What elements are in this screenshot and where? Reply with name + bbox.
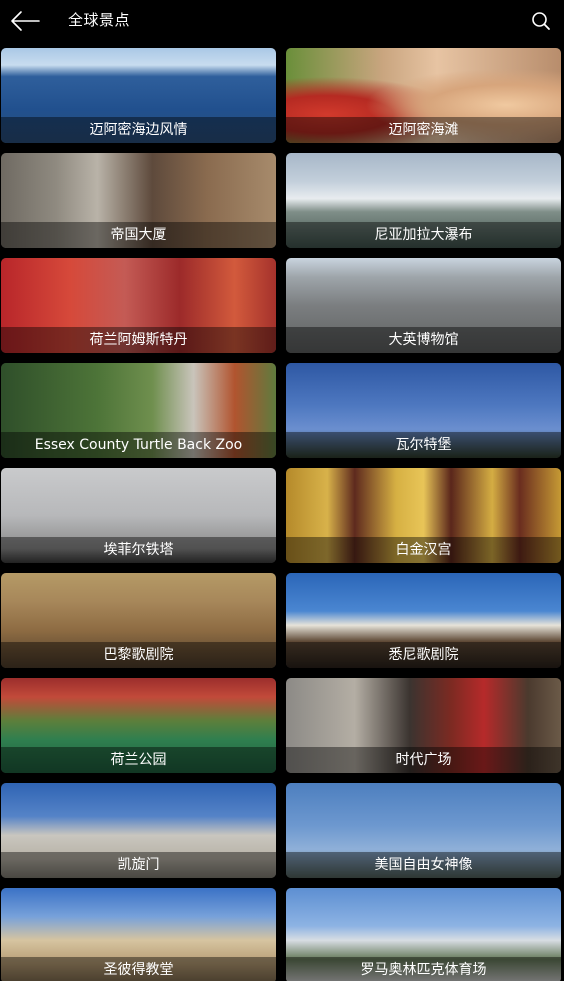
attraction-name: 帝国大厦 [1,222,276,248]
attraction-name: 荷兰阿姆斯特丹 [1,327,276,353]
attraction-name: 美国自由女神像 [286,852,561,878]
attraction-grid: 迈阿密海边风情 迈阿密海滩帝国大厦 尼亚加拉大瀑布荷兰阿姆斯特丹 大英博物馆 Essex… [1,48,563,981]
attraction-card[interactable]: 尼亚加拉大瀑布 [286,153,561,248]
attraction-name: 迈阿密海滩 [286,117,561,143]
attraction-card[interactable]: 埃菲尔铁塔 [1,468,276,563]
attraction-name: Essex County Turtle Back Zoo [1,432,276,458]
attraction-card[interactable]: 瓦尔特堡 [286,363,561,458]
attraction-name: 埃菲尔铁塔 [1,537,276,563]
page-title: 全球景点 [68,11,131,29]
attraction-name: 大英博物馆 [286,327,561,353]
attraction-name: 圣彼得教堂 [1,957,276,981]
attraction-card[interactable]: 荷兰阿姆斯特丹 [1,258,276,353]
attraction-name: 悉尼歌剧院 [286,642,561,668]
back-button[interactable] [8,6,42,36]
attraction-name: 凯旋门 [1,852,276,878]
search-button[interactable] [528,8,554,34]
attraction-card[interactable]: 大英博物馆 [286,258,561,353]
arrow-left-icon [11,11,40,31]
attraction-name: 荷兰公园 [1,747,276,773]
attraction-card[interactable]: Essex County Turtle Back Zoo [1,363,276,458]
attraction-name: 时代广场 [286,747,561,773]
attraction-card[interactable]: 美国自由女神像 [286,783,561,878]
top-bar: 全球景点 [0,0,564,42]
attraction-name: 迈阿密海边风情 [1,117,276,143]
attraction-card[interactable]: 罗马奥林匹克体育场 [286,888,561,981]
attraction-card[interactable]: 悉尼歌剧院 [286,573,561,668]
attraction-name: 瓦尔特堡 [286,432,561,458]
attraction-card[interactable]: 时代广场 [286,678,561,773]
search-icon [532,12,550,30]
app-screen: 全球景点 迈阿密海边风情 迈阿密海滩帝国大厦 尼亚加拉大瀑布荷兰阿姆斯特丹 大英博物馆… [0,0,564,981]
attraction-card[interactable]: 白金汉宫 [286,468,561,563]
attraction-name: 白金汉宫 [286,537,561,563]
attraction-name: 尼亚加拉大瀑布 [286,222,561,248]
attraction-card[interactable]: 迈阿密海边风情 [1,48,276,143]
attraction-card[interactable]: 帝国大厦 [1,153,276,248]
attraction-card[interactable]: 圣彼得教堂 [1,888,276,981]
attraction-card[interactable]: 巴黎歌剧院 [1,573,276,668]
attraction-card[interactable]: 荷兰公园 [1,678,276,773]
attraction-name: 罗马奥林匹克体育场 [286,957,561,981]
attraction-name: 巴黎歌剧院 [1,642,276,668]
attraction-card[interactable]: 凯旋门 [1,783,276,878]
attraction-card[interactable]: 迈阿密海滩 [286,48,561,143]
